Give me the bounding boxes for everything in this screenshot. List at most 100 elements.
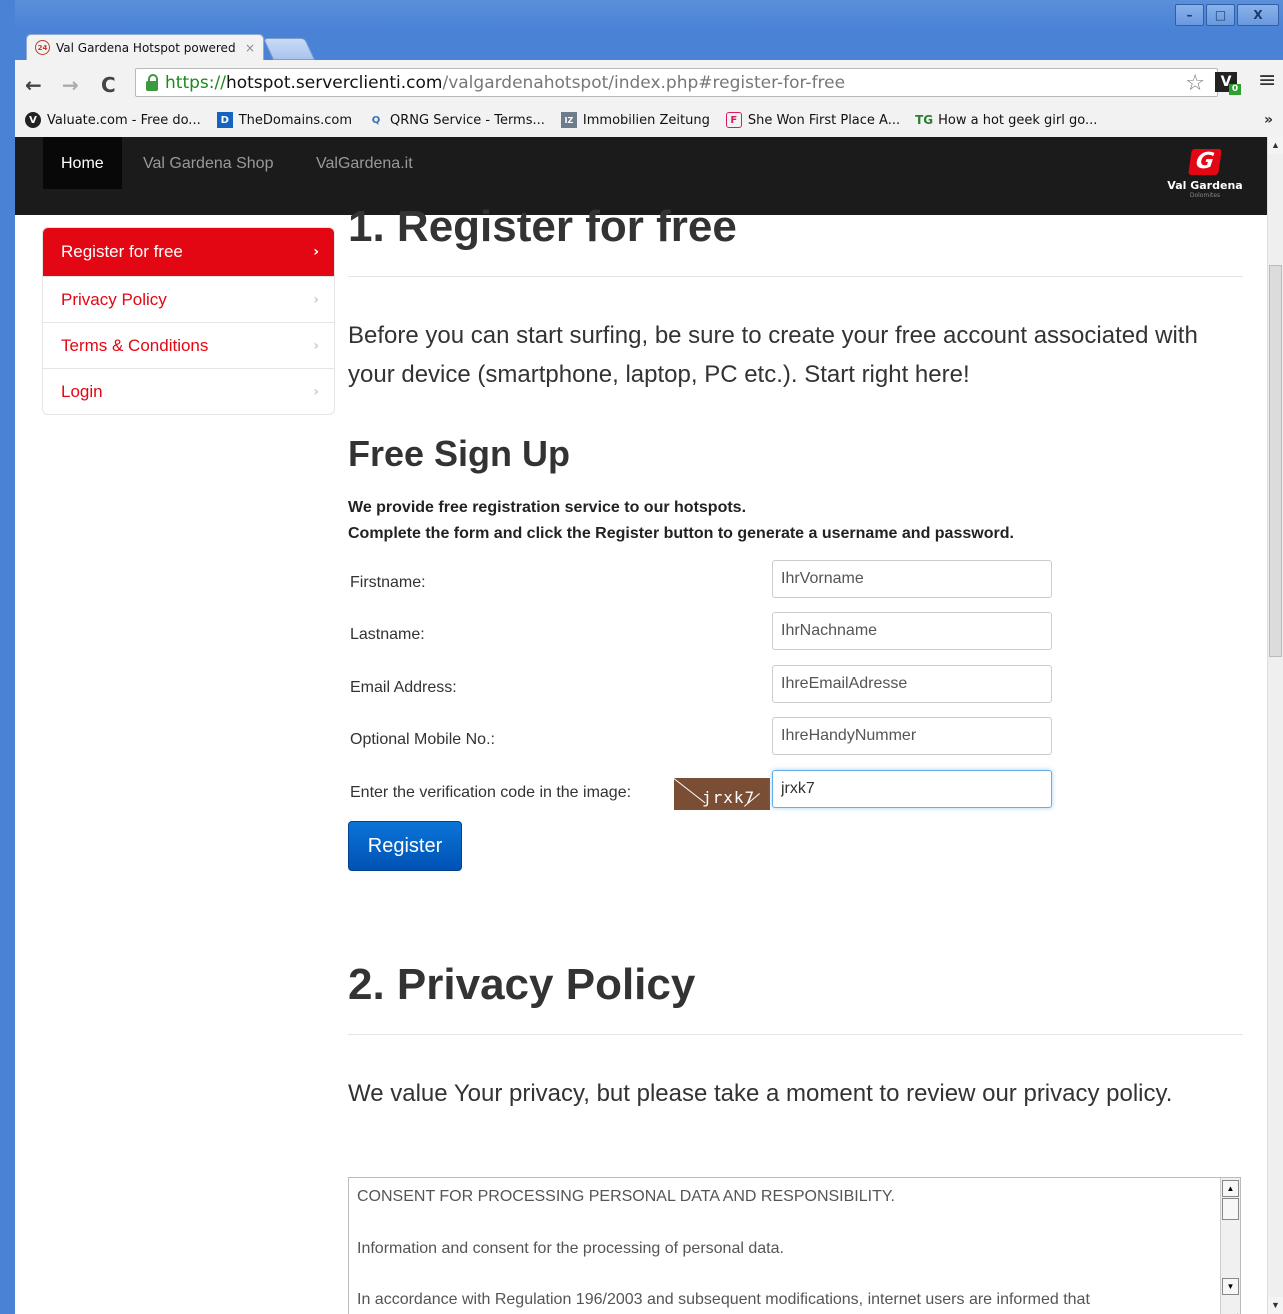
register-button[interactable]: Register: [348, 821, 462, 871]
bookmark-label: TheDomains.com: [238, 112, 353, 128]
bookmark-geek-girl[interactable]: TG How a hot geek girl go...: [915, 112, 1098, 128]
tab-strip: 24 Val Gardena Hotspot powered ×: [26, 33, 316, 60]
bookmark-valuate[interactable]: V Valuate.com - Free do...: [25, 112, 201, 128]
policy-line: Information and consent for the processi…: [357, 1240, 784, 1257]
textarea-scrollbar[interactable]: ▲ ▼: [1220, 1178, 1240, 1314]
policy-line: CONSENT FOR PROCESSING PERSONAL DATA AND…: [357, 1188, 895, 1205]
section-register-title: 1. Register for free: [348, 202, 737, 251]
immobilien-icon: IZ: [560, 112, 577, 128]
mobile-field[interactable]: [772, 717, 1052, 755]
captcha-field[interactable]: [772, 770, 1052, 808]
mobile-row: Optional Mobile No.:: [348, 717, 1068, 757]
chevron-right-icon: ›: [313, 383, 319, 400]
sidebar-item-label: Register for free: [61, 242, 183, 261]
signup-intro-line2: Complete the form and click the Register…: [348, 525, 1014, 542]
divider: [348, 1034, 1243, 1035]
email-row: Email Address:: [348, 665, 1068, 705]
scroll-thumb[interactable]: [1269, 265, 1282, 657]
captcha-image: jrxk7: [674, 778, 770, 810]
signup-intro-line1: We provide free registration service to …: [348, 499, 747, 516]
bookmark-thedomains[interactable]: D TheDomains.com: [216, 112, 353, 128]
lastname-row: Lastname:: [348, 612, 1068, 652]
logo-name: Val Gardena: [1167, 179, 1243, 192]
new-tab-button[interactable]: [262, 38, 316, 60]
bookmark-label: How a hot geek girl go...: [938, 112, 1098, 128]
url-scheme: https://: [165, 72, 226, 93]
free-signup-title: Free Sign Up: [348, 433, 571, 474]
tab-close-icon[interactable]: ×: [245, 41, 255, 55]
page-scrollbar[interactable]: ▲ ▼: [1267, 137, 1283, 1314]
page-viewport: Home Val Gardena Shop ValGardena.it G Va…: [15, 137, 1267, 1314]
email-field[interactable]: [772, 665, 1052, 703]
captcha-row: Enter the verification code in the image…: [348, 770, 1068, 810]
scroll-down-icon[interactable]: ▼: [1268, 1297, 1283, 1314]
policy-line: In accordance with Regulation 196/2003 a…: [357, 1291, 1090, 1308]
bookmark-star-icon[interactable]: ☆: [1185, 71, 1205, 96]
bookmark-label: Valuate.com - Free do...: [47, 112, 201, 128]
sidebar-item-label: Terms & Conditions: [61, 335, 209, 355]
sidebar-item-login[interactable]: Login ›: [43, 368, 334, 414]
firstname-label: Firstname:: [350, 574, 426, 591]
captcha-label: Enter the verification code in the image…: [350, 784, 632, 801]
bookmark-immobilien[interactable]: IZ Immobilien Zeitung: [560, 112, 710, 128]
url-path: /valgardenahotspot/index.php#register-fo…: [442, 72, 846, 93]
maximize-button[interactable]: □: [1206, 4, 1235, 26]
window-controls: – □ X: [1175, 4, 1279, 26]
bookmark-label: She Won First Place A...: [747, 112, 901, 128]
captcha-text: jrxk7: [702, 788, 756, 807]
firstname-field[interactable]: [772, 560, 1052, 598]
scroll-thumb[interactable]: [1222, 1198, 1239, 1220]
nav-valgardena-it[interactable]: ValGardena.it: [316, 137, 413, 189]
lastname-label: Lastname:: [350, 626, 425, 643]
bookmark-label: Immobilien Zeitung: [582, 112, 710, 128]
sidebar-nav: Register for free › Privacy Policy › Ter…: [42, 227, 335, 415]
email-label: Email Address:: [350, 679, 457, 696]
extension-badge: 0: [1229, 84, 1241, 95]
bookmarks-bar: V Valuate.com - Free do... D TheDomains.…: [15, 103, 1283, 138]
close-window-button[interactable]: X: [1237, 4, 1279, 26]
privacy-lead-text: We value Your privacy, but please take a…: [348, 1080, 1173, 1107]
chevron-right-icon: ›: [313, 244, 319, 260]
logo-mark: G: [1188, 149, 1222, 175]
she-won-icon: F: [725, 112, 742, 128]
lock-icon: [146, 73, 158, 91]
nav-home[interactable]: Home: [43, 137, 122, 189]
thedomains-icon: D: [216, 112, 233, 128]
section-privacy-title: 2. Privacy Policy: [348, 960, 696, 1009]
privacy-policy-textarea[interactable]: CONSENT FOR PROCESSING PERSONAL DATA AND…: [348, 1177, 1241, 1314]
back-arrow-icon[interactable]: ←: [25, 73, 42, 97]
tab-title: Val Gardena Hotspot powered: [56, 40, 236, 55]
reload-icon[interactable]: C: [101, 73, 116, 97]
bookmark-she-won[interactable]: F She Won First Place A...: [725, 112, 901, 128]
forward-arrow-icon[interactable]: →: [62, 73, 79, 97]
val-gardena-logo[interactable]: G Val Gardena Dolomites: [1165, 149, 1245, 199]
sidebar-item-label: Privacy Policy: [61, 289, 167, 309]
lastname-field[interactable]: [772, 612, 1052, 650]
chevron-right-icon: ›: [313, 291, 319, 308]
mobile-label: Optional Mobile No.:: [350, 731, 495, 748]
scroll-down-icon[interactable]: ▼: [1222, 1278, 1239, 1295]
nav-val-gardena-shop[interactable]: Val Gardena Shop: [143, 137, 273, 189]
sidebar-item-label: Login: [61, 381, 103, 401]
logo-subtitle: Dolomites: [1189, 192, 1221, 199]
minimize-button[interactable]: –: [1175, 4, 1204, 26]
divider: [348, 276, 1243, 277]
sidebar-item-terms[interactable]: Terms & Conditions ›: [43, 322, 334, 368]
browser-tab[interactable]: 24 Val Gardena Hotspot powered ×: [26, 34, 264, 60]
scroll-up-icon[interactable]: ▲: [1222, 1180, 1239, 1197]
address-bar[interactable]: https:// hotspot.serverclienti.com /valg…: [135, 68, 1218, 97]
sidebar-item-privacy[interactable]: Privacy Policy ›: [43, 276, 334, 322]
browser-toolbar: ← → C https:// hotspot.serverclienti.com…: [15, 60, 1283, 108]
site-favicon-icon: 24: [35, 40, 50, 55]
browser-menu-icon[interactable]: ≡: [1258, 68, 1276, 93]
window-left-border: [0, 0, 15, 1314]
chevron-right-icon: ›: [313, 337, 319, 354]
qrng-icon: Q: [371, 114, 381, 126]
firstname-row: Firstname:: [348, 560, 1068, 600]
more-bookmarks-icon[interactable]: »: [1264, 112, 1273, 128]
url-host: hotspot.serverclienti.com: [225, 72, 443, 93]
bookmark-qrng[interactable]: Q QRNG Service - Terms...: [368, 112, 545, 128]
sidebar-item-register[interactable]: Register for free ›: [43, 228, 334, 276]
scroll-up-icon[interactable]: ▲: [1268, 137, 1283, 154]
tg-icon: TG: [915, 113, 934, 127]
